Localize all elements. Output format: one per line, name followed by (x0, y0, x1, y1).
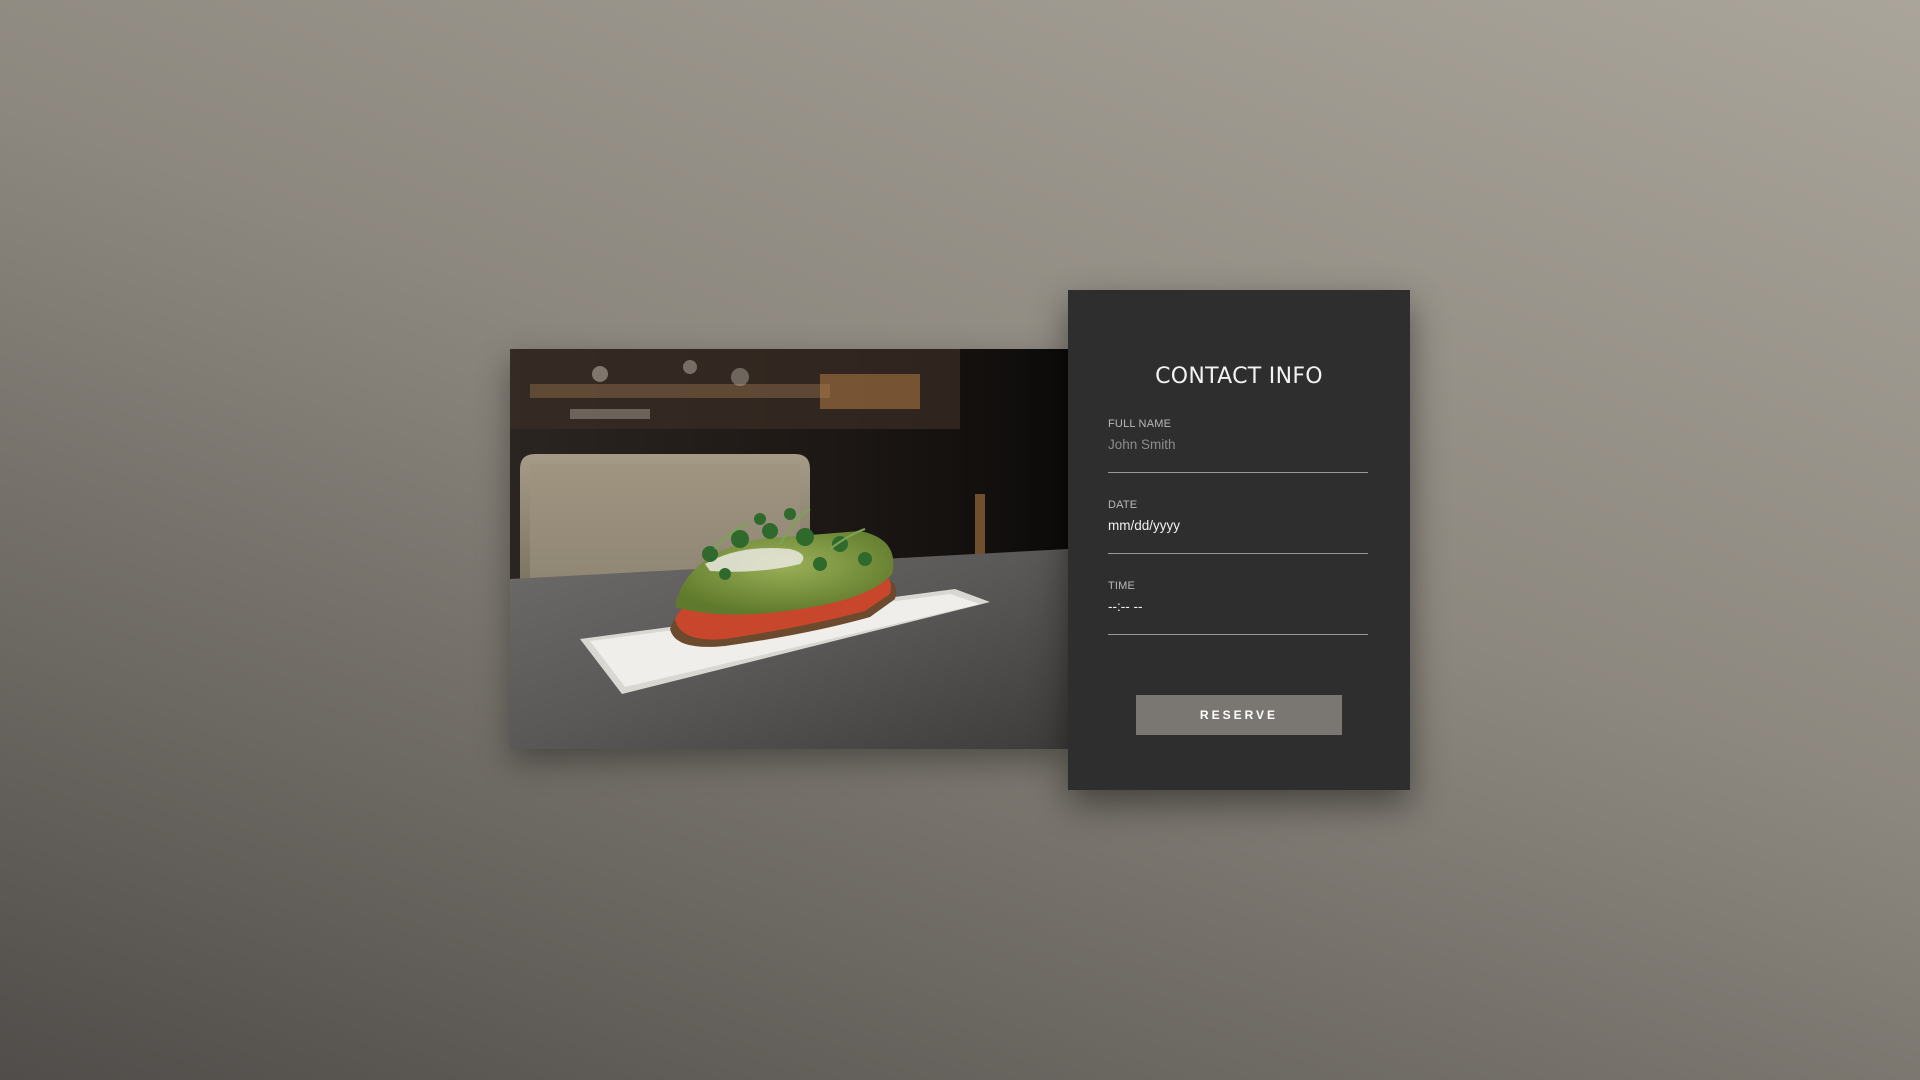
full-name-label: FULL NAME (1108, 418, 1172, 430)
form-title: CONTACT INFO (1155, 364, 1323, 389)
date-field[interactable]: DATE mm/dd/yyyy (1108, 499, 1368, 554)
reserve-button[interactable]: RESERVE (1136, 695, 1342, 735)
time-input[interactable]: --:-- -- (1108, 599, 1142, 614)
date-input[interactable]: mm/dd/yyyy (1108, 518, 1180, 533)
full-name-field[interactable]: FULL NAME John Smith (1108, 418, 1368, 473)
time-field[interactable]: TIME --:-- -- (1108, 580, 1368, 635)
food-photo (510, 349, 1068, 749)
contact-info-card: CONTACT INFO FULL NAME John Smith DATE m… (1068, 290, 1410, 790)
avocado-toast-image (510, 349, 1068, 749)
date-label: DATE (1108, 499, 1138, 511)
full-name-input[interactable]: John Smith (1108, 437, 1176, 452)
time-label: TIME (1108, 580, 1136, 592)
